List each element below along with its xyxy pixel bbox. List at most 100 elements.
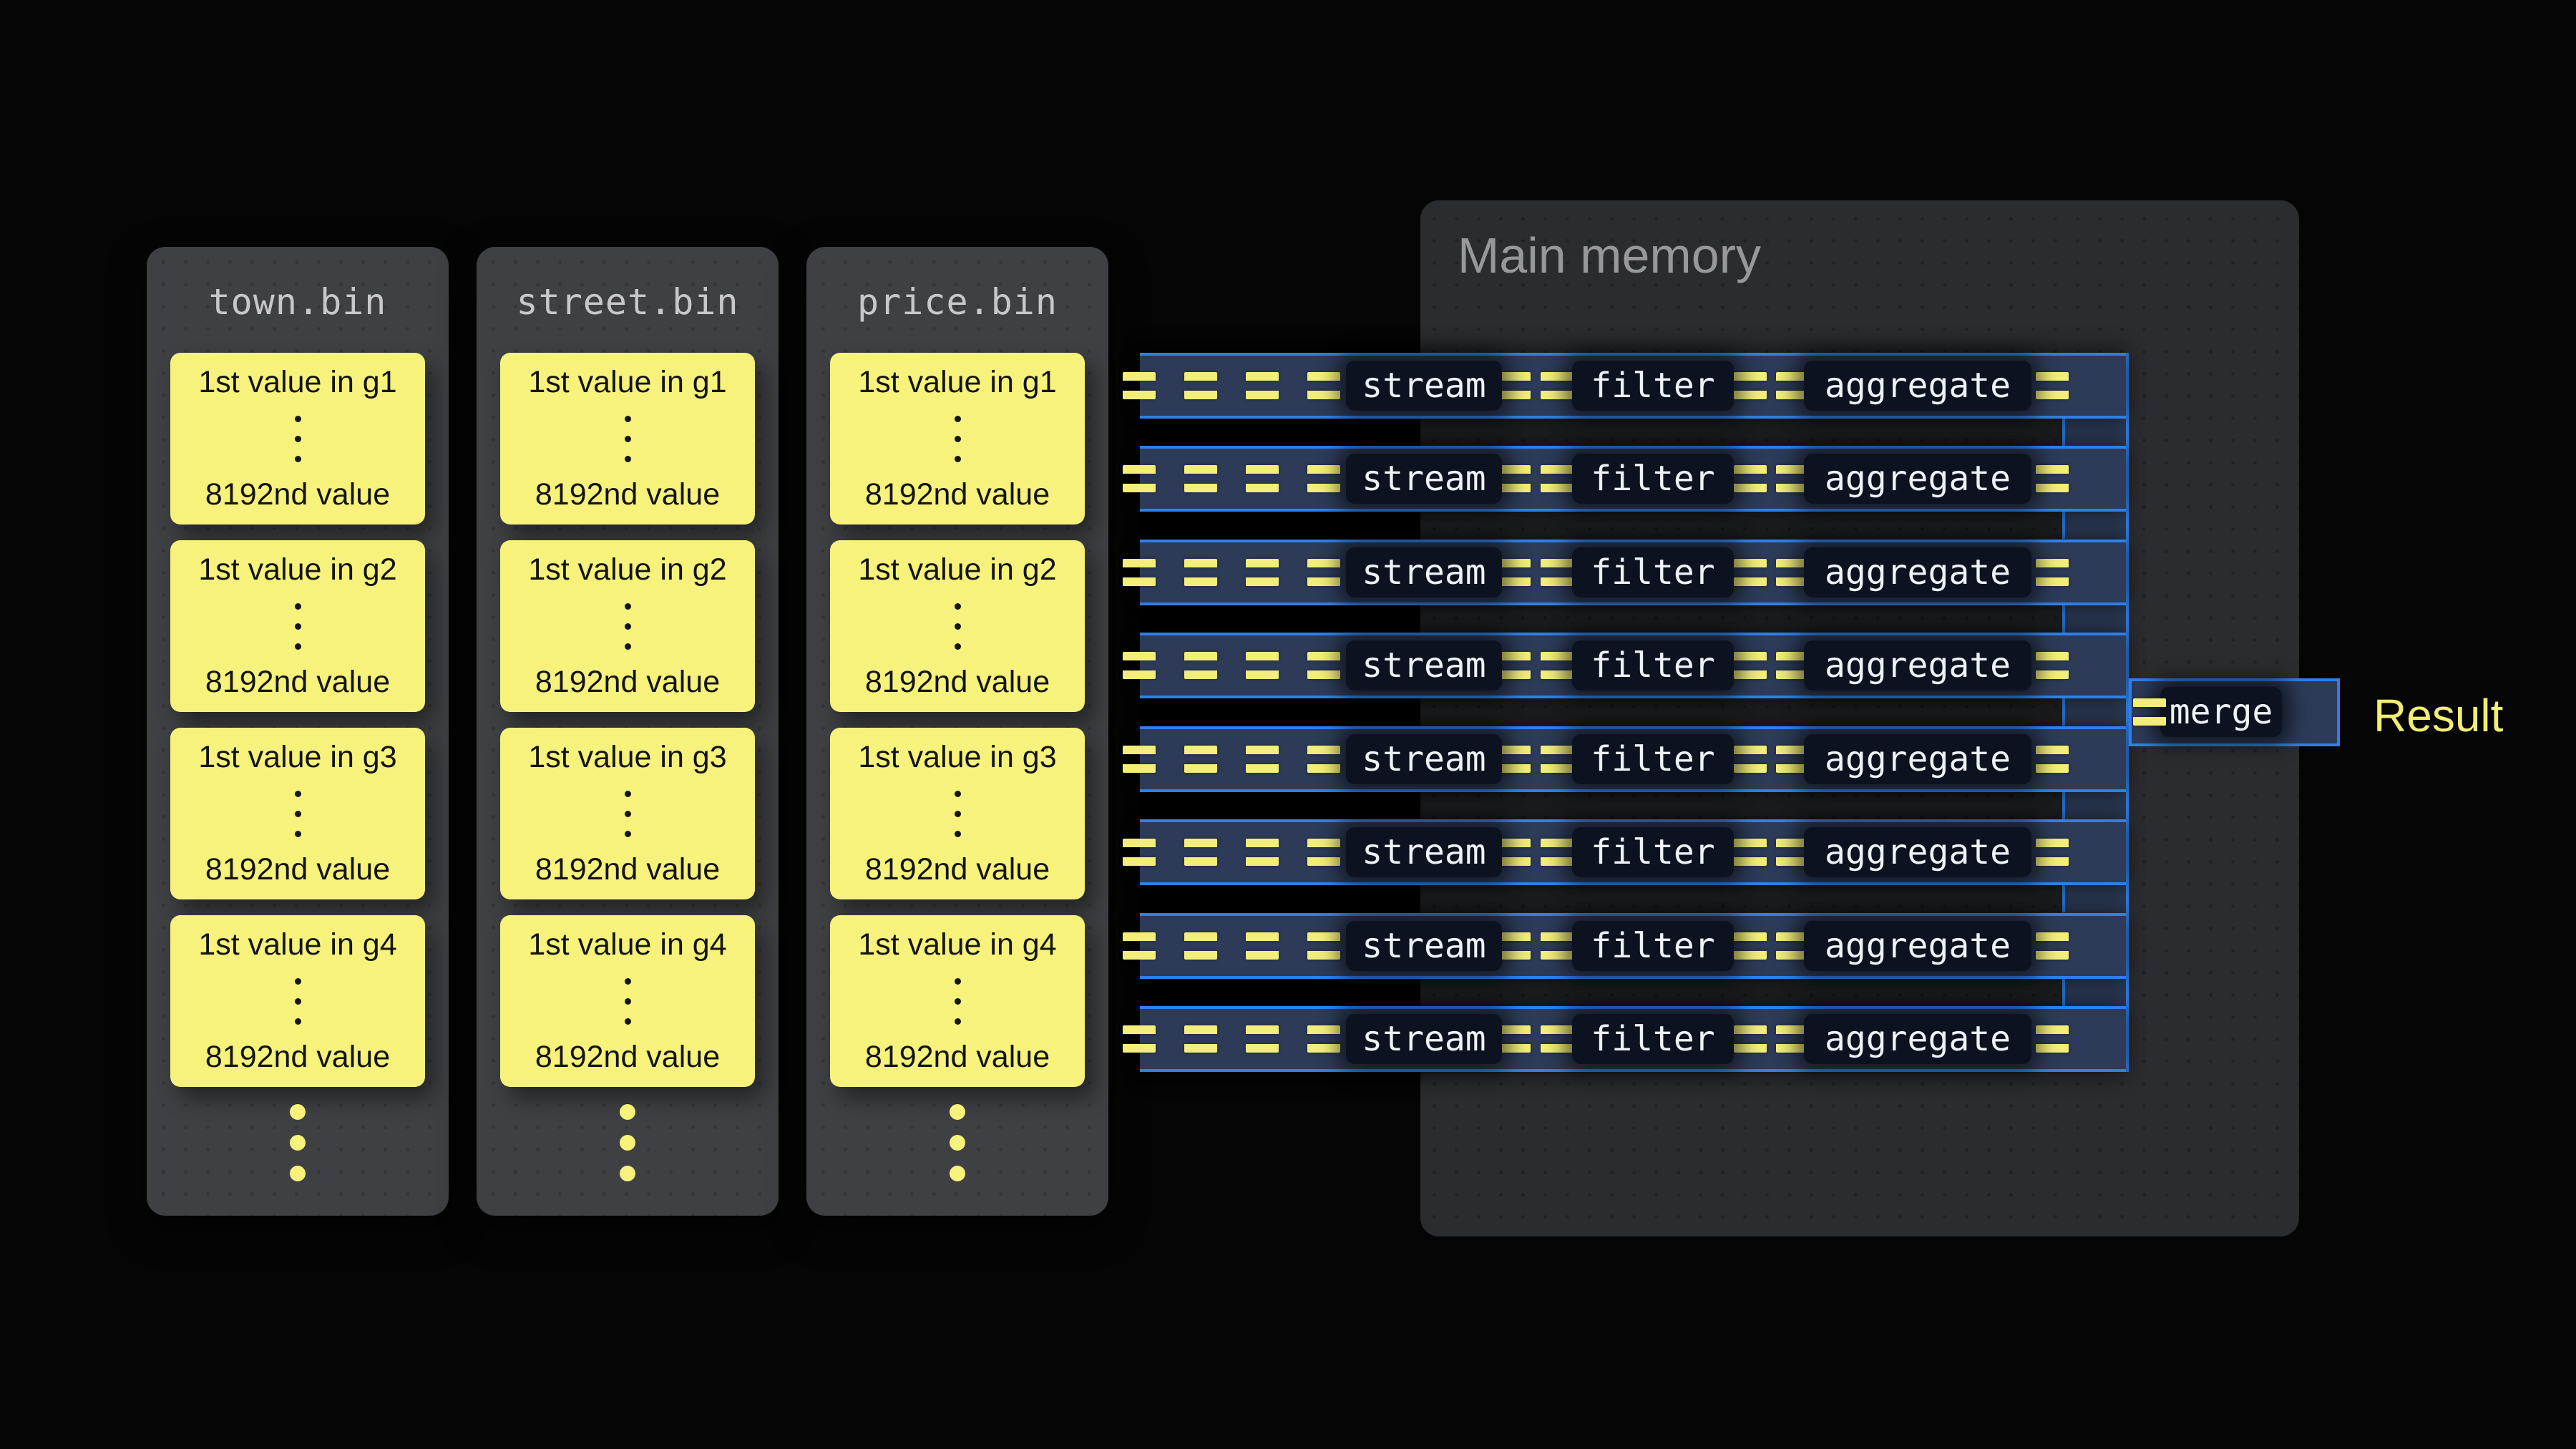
ellipsis-dot-icon <box>290 1166 306 1181</box>
file-panel: town.bin 1st value in g1 8192nd value 1s… <box>147 247 449 1216</box>
row-group-block: 1st value in g3 8192nd value <box>500 728 755 899</box>
dash-arrow-icon <box>1307 746 1340 773</box>
stream-chip: stream <box>1346 921 1502 971</box>
thread-gap-separator <box>1140 419 2065 446</box>
dash-arrow-icon <box>1184 652 1217 679</box>
filter-chip: filter <box>1572 454 1734 504</box>
dash-arrow-icon <box>1123 652 1156 679</box>
stream-chip: stream <box>1346 547 1502 597</box>
ellipsis-dot-icon <box>625 1018 631 1025</box>
values-ellipsis <box>625 978 631 1025</box>
ellipsis-dot-icon <box>625 978 631 985</box>
ellipsis-dot-icon <box>955 623 961 630</box>
row-group-list: 1st value in g1 8192nd value 1st value i… <box>170 353 425 1087</box>
dash-arrow-icon <box>1184 1025 1217 1053</box>
dash-arrow-icon <box>1307 932 1340 960</box>
row-group-block: 1st value in g1 8192nd value <box>500 353 755 525</box>
ellipsis-dot-icon <box>625 436 631 442</box>
dash-arrow-icon <box>1246 559 1279 586</box>
dash-arrow-icon <box>1541 932 1574 960</box>
row-group-block: 1st value in g3 8192nd value <box>830 728 1085 899</box>
values-ellipsis <box>625 791 631 837</box>
pipeline-row: stream filter aggregate <box>1140 633 2126 698</box>
ellipsis-dot-icon <box>295 643 301 650</box>
aggregate-chip: aggregate <box>1804 921 2031 971</box>
dash-arrow-icon <box>1184 559 1217 586</box>
dash-arrow-icon <box>1734 372 1767 399</box>
last-value-label: 8192nd value <box>535 479 720 510</box>
first-value-label: 1st value in g1 <box>198 367 396 398</box>
ellipsis-dot-icon <box>955 1018 961 1025</box>
dash-arrow-icon <box>1123 559 1156 586</box>
ellipsis-dot-icon <box>295 416 301 422</box>
ellipsis-dot-icon <box>295 978 301 985</box>
dash-arrow-icon <box>1498 746 1531 773</box>
dash-arrow-icon <box>1184 839 1217 866</box>
pipeline-row: stream filter aggregate <box>1140 819 2126 885</box>
last-value-label: 8192nd value <box>865 667 1050 698</box>
dash-arrow-icon <box>2036 839 2069 866</box>
dash-arrow-icon <box>1541 652 1574 679</box>
last-value-label: 8192nd value <box>535 667 720 698</box>
ellipsis-dot-icon <box>955 811 961 817</box>
ellipsis-dot-icon <box>955 456 961 462</box>
filter-chip: filter <box>1572 1014 1734 1064</box>
dash-arrow-icon <box>1541 1025 1574 1053</box>
pipeline-row: stream filter aggregate <box>1140 353 2126 419</box>
dash-arrow-icon <box>1734 932 1767 960</box>
dash-arrow-icon <box>1246 746 1279 773</box>
aggregate-chip: aggregate <box>1804 640 2031 691</box>
dash-arrow-icon <box>1246 839 1279 866</box>
main-memory-title: Main memory <box>1458 230 1761 280</box>
thread-gap-separator <box>1140 698 2065 726</box>
ellipsis-dot-icon <box>295 623 301 630</box>
more-groups-ellipsis <box>477 1104 779 1181</box>
aggregate-chip: aggregate <box>1804 547 2031 597</box>
filter-chip: filter <box>1572 921 1734 971</box>
stream-chip: stream <box>1346 734 1502 784</box>
pipeline-row: stream filter aggregate <box>1140 726 2126 792</box>
first-value-label: 1st value in g4 <box>858 930 1056 960</box>
ellipsis-dot-icon <box>955 831 961 837</box>
last-value-label: 8192nd value <box>535 1042 720 1073</box>
aggregate-chip: aggregate <box>1804 1014 2031 1064</box>
dash-arrow-icon <box>1246 652 1279 679</box>
row-group-block: 1st value in g4 8192nd value <box>170 915 425 1087</box>
dash-arrow-icon <box>1498 465 1531 492</box>
dash-arrow-icon <box>1123 465 1156 492</box>
ellipsis-dot-icon <box>620 1135 635 1151</box>
ellipsis-dot-icon <box>620 1104 635 1120</box>
ellipsis-dot-icon <box>295 791 301 797</box>
result-label: Result <box>2373 693 2503 738</box>
first-value-label: 1st value in g2 <box>858 555 1056 585</box>
filter-chip: filter <box>1572 547 1734 597</box>
first-value-label: 1st value in g2 <box>528 555 726 585</box>
stream-chip: stream <box>1346 1014 1502 1064</box>
values-ellipsis <box>625 603 631 650</box>
dash-arrow-icon <box>2036 559 2069 586</box>
ellipsis-dot-icon <box>955 416 961 422</box>
dash-arrow-icon <box>1307 839 1340 866</box>
values-ellipsis <box>955 791 961 837</box>
ellipsis-dot-icon <box>290 1135 306 1151</box>
row-group-list: 1st value in g1 8192nd value 1st value i… <box>830 353 1085 1087</box>
filter-chip: filter <box>1572 827 1734 877</box>
dash-arrow-icon <box>1307 372 1340 399</box>
ellipsis-dot-icon <box>625 643 631 650</box>
ellipsis-dot-icon <box>295 1018 301 1025</box>
last-value-label: 8192nd value <box>205 1042 390 1073</box>
last-value-label: 8192nd value <box>205 479 390 510</box>
stream-chip: stream <box>1346 827 1502 877</box>
ellipsis-dot-icon <box>625 623 631 630</box>
dash-arrow-icon <box>2036 465 2069 492</box>
ellipsis-dot-icon <box>955 643 961 650</box>
row-group-block: 1st value in g1 8192nd value <box>170 353 425 525</box>
dash-arrow-icon <box>1498 1025 1531 1053</box>
stream-chip: stream <box>1346 361 1502 411</box>
thread-gap-separator <box>1140 979 2065 1006</box>
merge-chip: merge <box>2160 687 2282 737</box>
ellipsis-dot-icon <box>950 1104 965 1120</box>
dash-arrow-icon <box>1246 932 1279 960</box>
dash-arrow-icon <box>2036 932 2069 960</box>
row-group-block: 1st value in g1 8192nd value <box>830 353 1085 525</box>
